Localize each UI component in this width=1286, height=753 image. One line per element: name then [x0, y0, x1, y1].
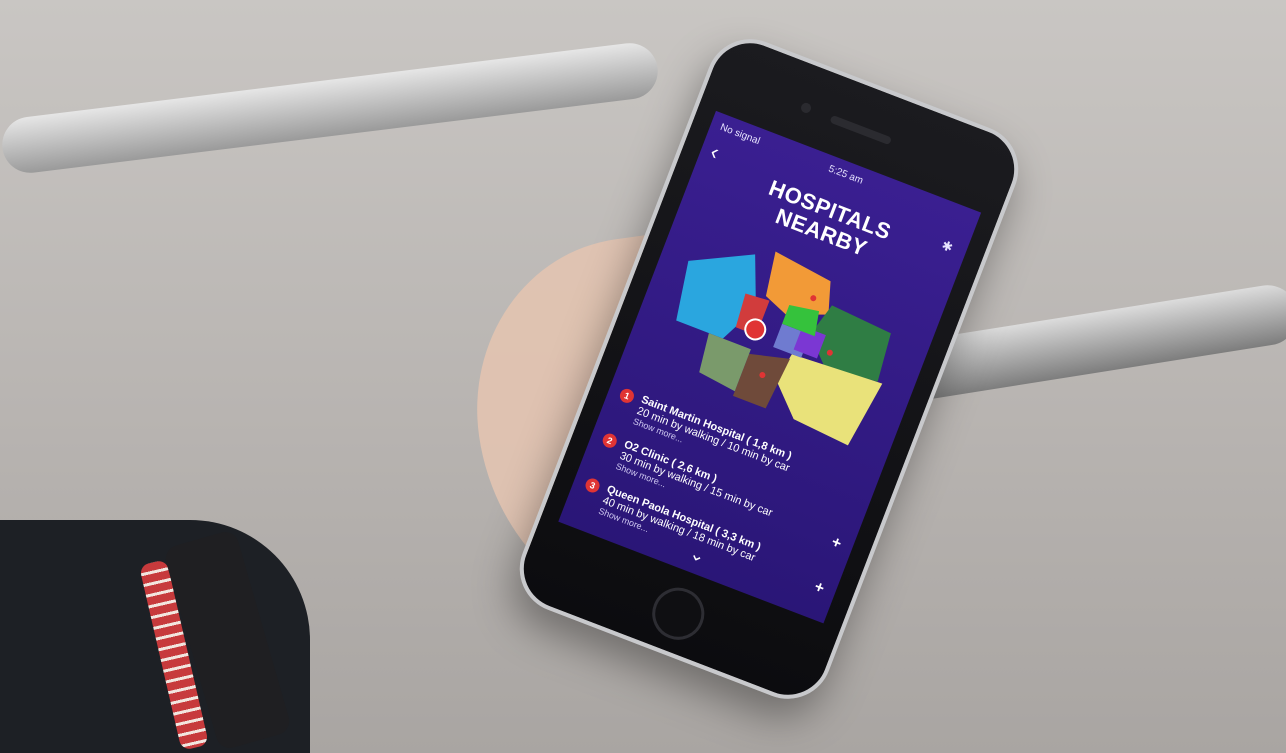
- rank-badge: 2: [600, 431, 619, 450]
- chevron-left-icon[interactable]: ‹: [707, 139, 723, 166]
- bluetooth-icon: ✱: [939, 237, 956, 256]
- front-camera: [799, 101, 813, 115]
- clock: 5:25 am: [826, 163, 865, 187]
- earpiece: [829, 114, 893, 146]
- home-button[interactable]: [644, 580, 712, 648]
- rank-badge: 3: [583, 476, 602, 495]
- rank-badge: 1: [617, 386, 636, 405]
- app-screen: No signal 5:25 am ✱ ‹ HOSPITALS NEARBY 1…: [558, 110, 982, 624]
- bike-handlebar-left: [0, 39, 661, 177]
- signal-status: No signal: [718, 121, 762, 148]
- photo-scene: No signal 5:25 am ✱ ‹ HOSPITALS NEARBY 1…: [0, 0, 1286, 753]
